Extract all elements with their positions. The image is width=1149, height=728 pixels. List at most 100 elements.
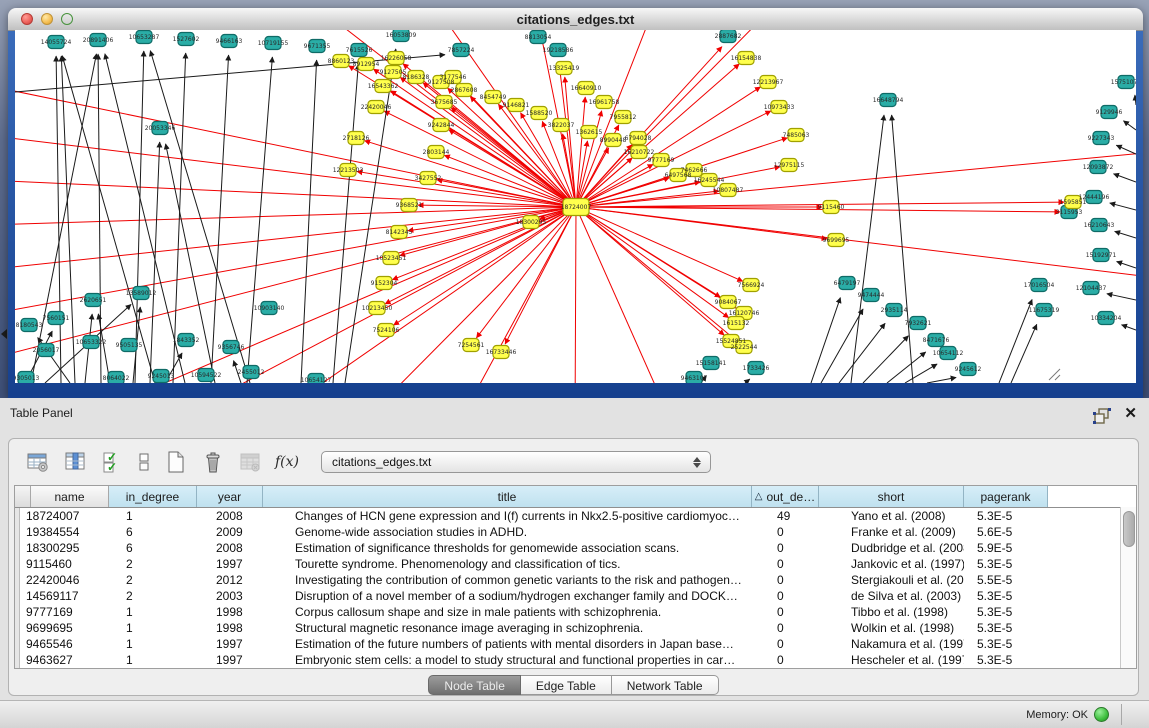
table-row[interactable]: 1830029562008Estimation of significance … [15,540,1136,556]
column-header-year[interactable]: year [197,486,263,507]
graph-edge-black[interactable] [1116,145,1136,154]
graph-edge-black[interactable] [1110,203,1136,210]
cell-short[interactable]: Yano et al. (2008) [819,508,964,524]
cell-outde[interactable]: 0 [752,588,819,604]
cell-indegree[interactable]: 6 [109,524,197,540]
cell-title[interactable]: Tourette syndrome. Phenomenology and cla… [263,556,752,572]
graph-edge-red[interactable] [408,207,576,231]
graph-edge-black[interactable] [301,60,317,383]
table-row[interactable]: 977716911998Corpus callosum shape and si… [15,604,1136,620]
new-table-icon[interactable] [163,449,189,475]
column-header-outde[interactable]: △out_de… [752,486,819,507]
column-header-pagerank[interactable]: pagerank [964,486,1048,507]
cell-name[interactable]: 9465546 [20,636,109,652]
cell-pagerank[interactable]: 5.3E-5 [964,588,1048,604]
memory-indicator[interactable]: Memory: OK [1026,701,1109,728]
table-row[interactable]: 1872400712008Changes of HCN gene express… [15,508,1136,524]
cell-short[interactable]: Stergiakouli et al. (2012) [819,572,964,588]
cell-indegree[interactable]: 1 [109,652,197,668]
zoom-window-button[interactable] [61,13,73,25]
window-resize-grip[interactable] [1049,369,1060,380]
cell-short[interactable]: Jankovic et al. (1997) [819,556,964,572]
cell-indegree[interactable]: 1 [109,620,197,636]
tab-edge-table[interactable]: Edge Table [521,675,612,695]
cell-title[interactable]: Disruption of a novel member of a sodium… [263,588,752,604]
cell-pagerank[interactable]: 5.3E-5 [964,508,1048,524]
function-builder-icon[interactable]: f(x) [274,449,300,475]
table-row[interactable]: 1938455462009Genome-wide association stu… [15,524,1136,540]
network-canvas[interactable]: 1405572420891406106532871527602946616310… [15,30,1136,383]
graph-edge-black[interactable] [887,352,926,383]
cell-short[interactable]: Tibbo et al. (1998) [819,604,964,620]
cell-pagerank[interactable]: 5.3E-5 [964,620,1048,636]
table-row[interactable]: 946362711997Embryonic stem cells: a mode… [15,652,1136,668]
cell-title[interactable]: Corpus callosum shape and size in male p… [263,604,752,620]
cell-short[interactable]: Franke et al. (2009) [819,524,964,540]
cell-name[interactable]: 18300295 [20,540,109,556]
cell-name[interactable]: 14569117 [20,588,109,604]
column-header-short[interactable]: short [819,486,964,507]
graph-edge-red[interactable] [576,207,675,383]
table-row[interactable]: 946554611997Estimation of the future num… [15,636,1136,652]
select-rows-icon[interactable]: ✓ ✓ [99,449,125,475]
cell-short[interactable]: Nakamura et al. (1997) [819,636,964,652]
cell-outde[interactable]: 0 [752,524,819,540]
graph-edge-red[interactable] [576,207,736,308]
cell-year[interactable]: 2008 [197,540,263,556]
close-window-button[interactable] [21,13,33,25]
cell-year[interactable]: 1997 [197,652,263,668]
cell-name[interactable]: 9115460 [20,556,109,572]
cell-outde[interactable]: 0 [752,604,819,620]
cell-pagerank[interactable]: 5.3E-5 [964,604,1048,620]
graph-edge-black[interactable] [135,51,144,383]
cell-indegree[interactable]: 1 [109,508,197,524]
cell-indegree[interactable]: 2 [109,572,197,588]
graph-edge-red[interactable] [576,207,724,335]
cell-year[interactable]: 2012 [197,572,263,588]
graph-edge-black[interactable] [1114,174,1136,182]
cell-year[interactable]: 1997 [197,556,263,572]
cell-outde[interactable]: 0 [752,556,819,572]
table-select-dropdown[interactable]: citations_edges.txt [321,451,711,473]
cell-pagerank[interactable]: 5.9E-5 [964,540,1048,556]
cell-indegree[interactable]: 6 [109,540,197,556]
graph-edge-red[interactable] [576,207,737,341]
row-height-icon[interactable] [136,449,152,475]
graph-edge-black[interactable] [1115,231,1136,238]
cell-outde[interactable]: 0 [752,572,819,588]
window-titlebar[interactable]: citations_edges.txt [8,8,1143,31]
table-row[interactable]: 1456911722003Disruption of a novel membe… [15,588,1136,604]
cell-year[interactable]: 1997 [197,636,263,652]
cell-pagerank[interactable]: 5.3E-5 [964,636,1048,652]
graph-edge-black[interactable] [166,144,215,383]
close-panel-icon[interactable]: ✕ [1124,406,1137,422]
cell-outde[interactable]: 0 [752,636,819,652]
cell-pagerank[interactable]: 5.3E-5 [964,652,1048,668]
table-row[interactable]: 911546021997Tourette syndrome. Phenomeno… [15,556,1136,572]
cell-name[interactable]: 9699695 [20,620,109,636]
cell-outde[interactable]: 0 [752,540,819,556]
graph-edge-black[interactable] [745,379,750,383]
graph-edge-black[interactable] [1135,95,1136,105]
float-panel-icon[interactable] [1093,408,1111,424]
graph-edge-red[interactable] [565,77,576,207]
graph-edge-black[interactable] [811,298,840,383]
cell-title[interactable]: Structural magnetic resonance image aver… [263,620,752,636]
graph-edge-black[interactable] [999,299,1032,383]
column-chooser-icon[interactable] [62,449,88,475]
pane-collapse-arrow-icon[interactable] [1,329,7,339]
tab-network-table[interactable]: Network Table [612,675,719,695]
cell-year[interactable]: 2008 [197,508,263,524]
graph-edge-black[interactable] [105,54,185,383]
cell-outde[interactable]: 0 [752,652,819,668]
cell-name[interactable]: 18724007 [20,508,109,524]
table-settings-icon[interactable] [25,449,51,475]
cell-name[interactable]: 22420046 [20,572,109,588]
cell-indegree[interactable]: 2 [109,588,197,604]
cell-pagerank[interactable]: 5.5E-5 [964,572,1048,588]
table-row[interactable]: 2242004622012Investigating the contribut… [15,572,1136,588]
graph-edge-black[interactable] [247,57,272,383]
graph-edge-black[interactable] [1107,294,1136,300]
delete-trash-icon[interactable] [200,449,226,475]
tab-node-table[interactable]: Node Table [428,675,521,695]
